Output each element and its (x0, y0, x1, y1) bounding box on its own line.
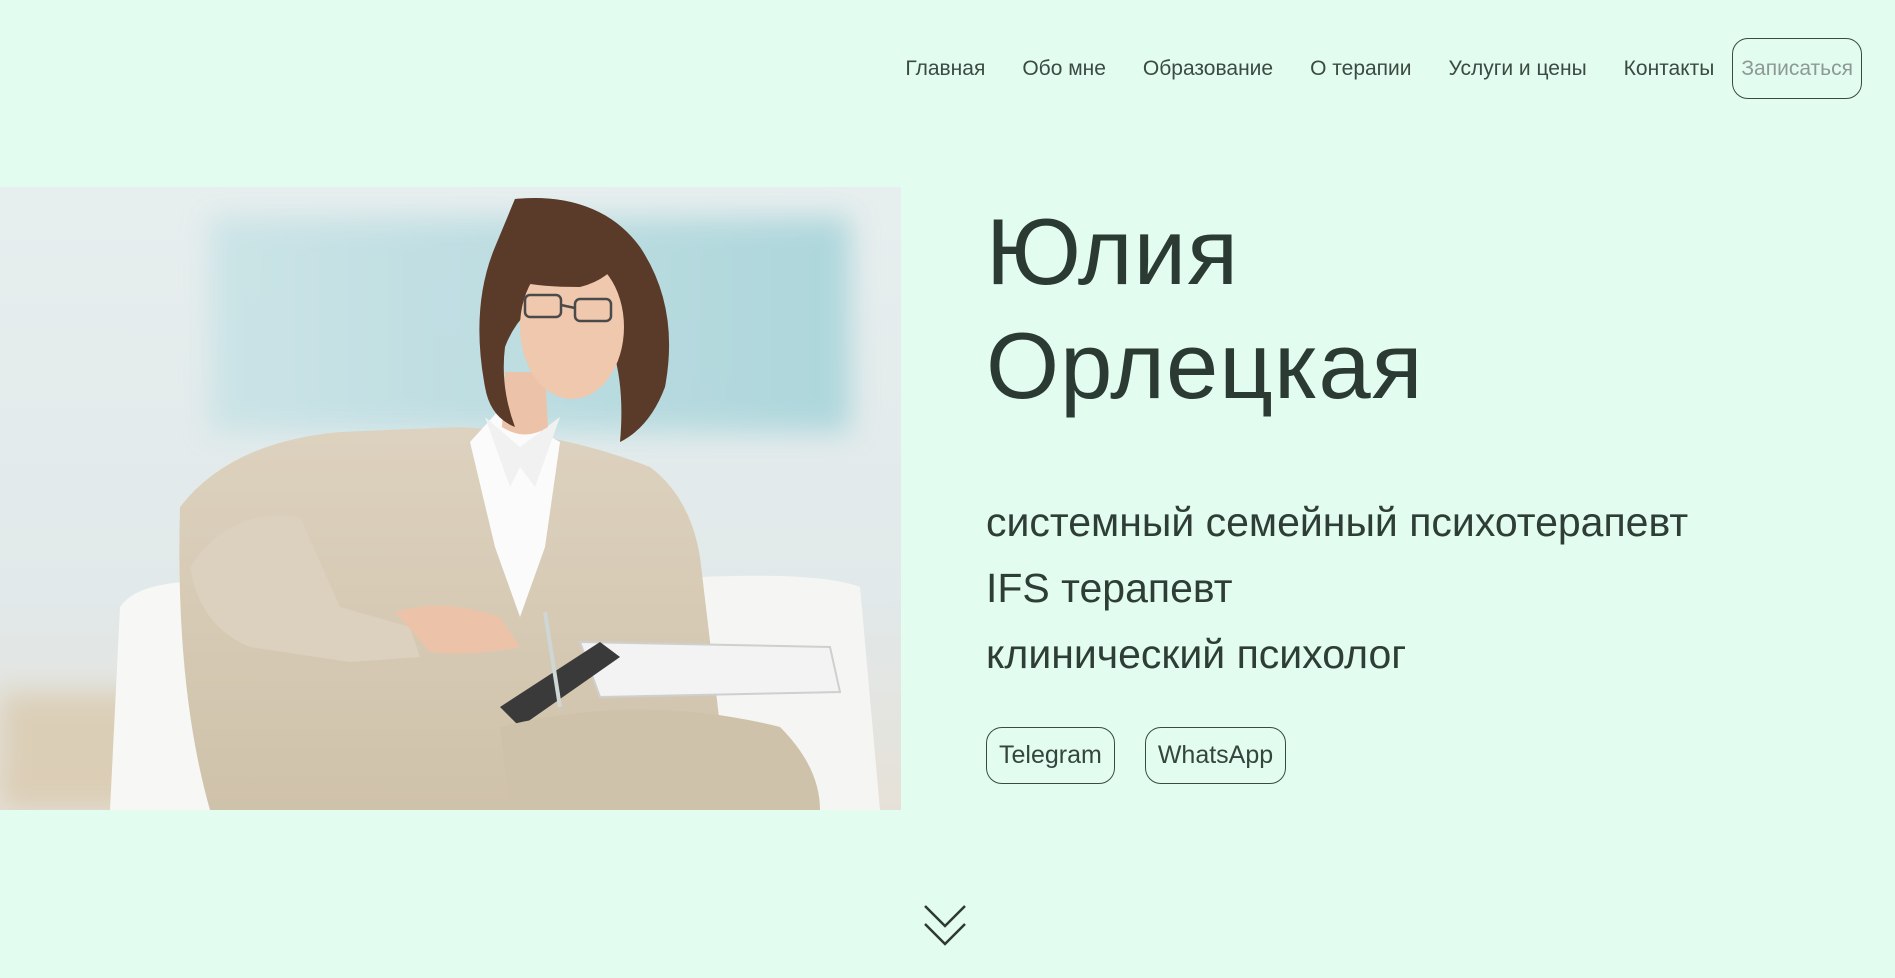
chevron-double-down-icon (924, 905, 966, 946)
nav-link-services[interactable]: Услуги и цены (1449, 57, 1587, 81)
nav-link-about[interactable]: Обо мне (1022, 57, 1106, 81)
telegram-button[interactable]: Telegram (986, 727, 1115, 784)
therapist-name: Юлия Орлецкая (986, 195, 1688, 423)
role-item: IFS терапевт (986, 565, 1233, 611)
scroll-down-button[interactable] (923, 902, 967, 950)
nav-link-therapy[interactable]: О терапии (1310, 57, 1411, 81)
therapist-photo (0, 187, 901, 810)
roles-list: системный семейный психотерапевт IFS тер… (986, 489, 1688, 687)
main-nav: Главная Обо мне Образование О терапии Ус… (905, 37, 1862, 100)
role-item: системный семейный психотерапевт (986, 499, 1689, 545)
nav-link-home[interactable]: Главная (905, 57, 985, 81)
book-button[interactable]: Записаться (1732, 38, 1862, 99)
hero-text: Юлия Орлецкая системный семейный психоте… (986, 195, 1688, 784)
nav-link-contacts[interactable]: Контакты (1624, 57, 1715, 81)
last-name: Орлецкая (986, 313, 1424, 418)
first-name: Юлия (986, 199, 1239, 304)
role-item: клинический психолог (986, 631, 1407, 677)
contact-buttons: Telegram WhatsApp (986, 727, 1688, 784)
whatsapp-button[interactable]: WhatsApp (1144, 727, 1287, 784)
nav-link-education[interactable]: Образование (1143, 57, 1273, 81)
